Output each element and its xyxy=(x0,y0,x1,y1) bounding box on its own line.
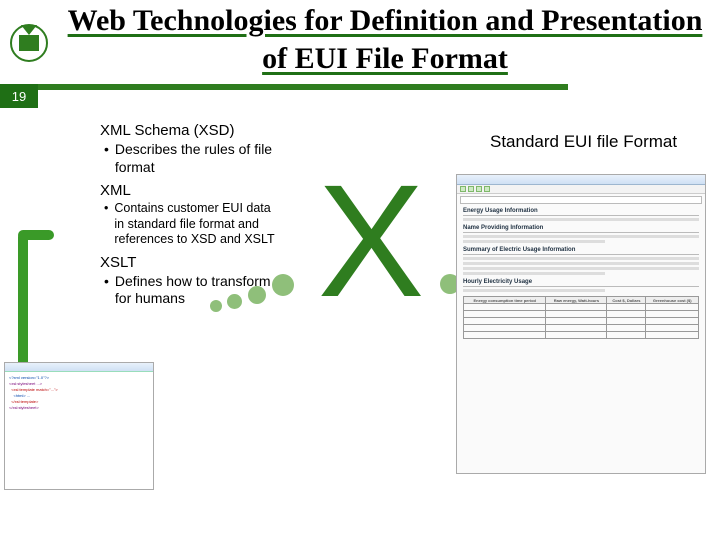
mock-section-4: Hourly Electricity Usage xyxy=(463,279,699,287)
mock-text-line xyxy=(463,235,699,238)
title-row: Web Technologies for Definition and Pres… xyxy=(0,0,720,92)
xml-bullet: • Contains customer EUI data in standard… xyxy=(104,201,280,248)
code-titlebar xyxy=(5,363,153,372)
table-row xyxy=(464,332,699,339)
mock-address-bar xyxy=(460,196,702,204)
xslt-heading: XSLT xyxy=(100,254,280,271)
code-line: </xsl:stylesheet> xyxy=(9,405,149,411)
content-area: XML Schema (XSD) • Describes the rules o… xyxy=(0,112,720,540)
table-header: Raw energy, Watt-hours xyxy=(546,297,607,304)
mock-text-line xyxy=(463,262,699,265)
xsd-bullet: • Describes the rules of file format xyxy=(104,141,280,176)
table-header: Cost $, Dollars xyxy=(607,297,646,304)
table-row xyxy=(464,304,699,311)
mock-text-line xyxy=(463,240,605,243)
code-body: <?xml version="1.0"?> <xsl:stylesheet ..… xyxy=(5,372,153,414)
table-row xyxy=(464,311,699,318)
bullet-dot-icon: • xyxy=(104,201,108,248)
code-window-mock: <?xml version="1.0"?> <xsl:stylesheet ..… xyxy=(4,362,154,490)
toolbar-btn-icon xyxy=(476,186,482,192)
mock-toolbar xyxy=(457,185,705,194)
slide: Web Technologies for Definition and Pres… xyxy=(0,0,720,540)
bullet-dot-icon: • xyxy=(104,273,109,308)
mock-text-line xyxy=(463,272,605,275)
table-header: Greenhouse cost ($) xyxy=(646,297,699,304)
mock-text-line xyxy=(463,218,699,221)
mock-text-line xyxy=(463,257,699,260)
mock-text-line xyxy=(463,267,699,270)
right-heading: Standard EUI file Format xyxy=(490,132,710,152)
bullet-dot-icon: • xyxy=(104,141,109,176)
mock-section-2: Name Providing Information xyxy=(463,225,699,233)
table-header: Energy consumption time period xyxy=(464,297,546,304)
toolbar-btn-icon xyxy=(460,186,466,192)
xsd-bullet-text: Describes the rules of file format xyxy=(115,141,280,176)
xml-heading: XML xyxy=(100,182,280,199)
toolbar-btn-icon xyxy=(484,186,490,192)
mock-titlebar xyxy=(457,175,705,185)
bracket-vertical xyxy=(18,232,28,382)
slide-number: 19 xyxy=(0,84,38,108)
xml-bullet-text: Contains customer EUI data in standard f… xyxy=(114,201,280,248)
trail-dot-icon xyxy=(248,286,266,304)
toolbar-btn-icon xyxy=(468,186,474,192)
table-row xyxy=(464,318,699,325)
table-row xyxy=(464,325,699,332)
xsd-heading: XML Schema (XSD) xyxy=(100,122,280,139)
trail-dot-icon xyxy=(272,274,294,296)
mock-section-3: Summary of Electric Usage Information xyxy=(463,247,699,255)
table-row: Energy consumption time period Raw energ… xyxy=(464,297,699,304)
trail-dot-icon xyxy=(227,294,242,309)
mock-section-1: Energy Usage Information xyxy=(463,208,699,216)
slide-title: Web Technologies for Definition and Pres… xyxy=(60,2,710,77)
center-x-glyph: X xyxy=(296,166,446,316)
mock-table: Energy consumption time period Raw energ… xyxy=(463,296,699,339)
left-column: XML Schema (XSD) • Describes the rules o… xyxy=(100,122,280,314)
title-underline-accent xyxy=(38,84,568,90)
mock-text-line xyxy=(463,289,605,292)
browser-mock: Energy Usage Information Name Providing … xyxy=(456,174,706,474)
trail-dot-icon xyxy=(210,300,222,312)
download-icon xyxy=(10,24,48,62)
